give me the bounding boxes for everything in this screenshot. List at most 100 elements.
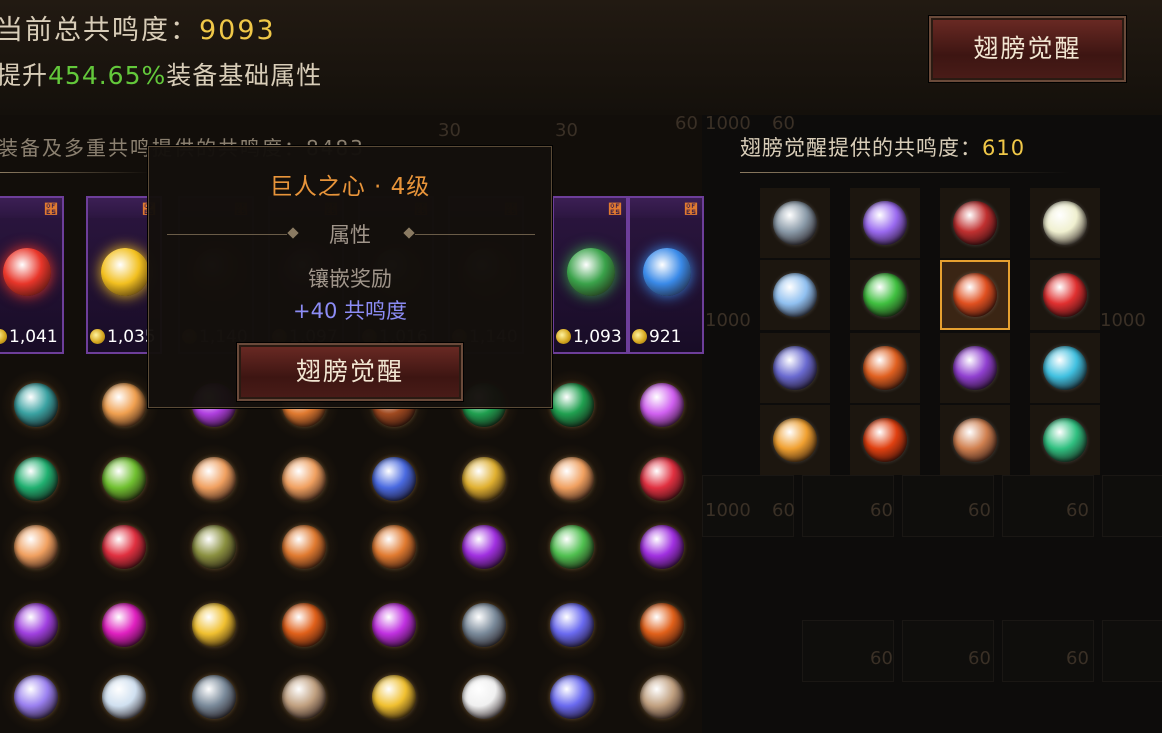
gem-orb-icon — [192, 457, 236, 501]
gem-orb-icon — [282, 457, 326, 501]
gem-orb-icon — [640, 383, 684, 427]
gem-orb-icon — [462, 457, 506, 501]
gem-slot[interactable] — [88, 444, 160, 514]
gem-slot[interactable] — [626, 370, 698, 440]
wing-gem-slot[interactable] — [940, 333, 1010, 403]
gem-orb-icon — [102, 457, 146, 501]
gem-slot[interactable] — [536, 444, 608, 514]
background-ghost-text: 60 — [1066, 500, 1089, 521]
gem-slot[interactable] — [626, 662, 698, 732]
gem-slot[interactable] — [626, 444, 698, 514]
gem-slot[interactable] — [536, 662, 608, 732]
gem-slot[interactable] — [448, 444, 520, 514]
gem-slot[interactable] — [448, 512, 520, 582]
background-slot — [1102, 475, 1162, 537]
gem-slot[interactable] — [358, 444, 430, 514]
gem-slot[interactable] — [448, 590, 520, 660]
wing-gem-slot[interactable] — [850, 260, 920, 330]
wing-gem-slot[interactable] — [1030, 260, 1100, 330]
background-ghost-text: 60 — [870, 648, 893, 669]
gem-slot[interactable] — [88, 662, 160, 732]
background-ghost-text: 1000 — [705, 113, 751, 134]
gem-slot[interactable] — [0, 444, 72, 514]
gem-orb-icon — [102, 383, 146, 427]
gem-orb-icon — [282, 603, 326, 647]
gem-slot[interactable] — [88, 590, 160, 660]
gem-orb-icon — [14, 383, 58, 427]
gem-slot[interactable] — [626, 590, 698, 660]
gem-slot[interactable] — [0, 512, 72, 582]
top-bar: 当前总共鸣度：9093 提升454.65%装备基础属性 翅膀觉醒 — [0, 0, 1162, 115]
gem-slot[interactable] — [358, 662, 430, 732]
gem-slot[interactable] — [178, 662, 250, 732]
wing-gem-slot[interactable] — [760, 260, 830, 330]
gem-orb-icon — [282, 525, 326, 569]
wing-gem-slot[interactable] — [1030, 405, 1100, 475]
background-ghost-text: 60 — [968, 500, 991, 521]
background-ghost-text: 60 — [772, 500, 795, 521]
equipment-card[interactable]: ࿥ 1,041 — [0, 196, 64, 354]
gem-slot[interactable] — [448, 662, 520, 732]
coin-icon — [90, 329, 105, 344]
wing-gem-icon — [953, 201, 997, 245]
wing-gem-slot-selected[interactable] — [940, 260, 1010, 330]
wing-resonance-text: 翅膀觉醒提供的共鸣度： — [740, 136, 982, 160]
gem-slot[interactable] — [358, 512, 430, 582]
total-resonance-value: 9093 — [199, 15, 276, 46]
background-ghost-text: 60 — [870, 500, 893, 521]
wing-gem-slot[interactable] — [850, 405, 920, 475]
equipment-gem-icon — [101, 248, 149, 296]
background-ghost-text: 1000 — [705, 310, 751, 331]
rune-mark-icon: ࿥ — [608, 202, 622, 218]
gem-slot[interactable] — [178, 512, 250, 582]
gem-orb-icon — [640, 525, 684, 569]
gem-slot[interactable] — [0, 590, 72, 660]
equipment-gem-icon — [3, 248, 51, 296]
wing-gem-slot[interactable] — [940, 405, 1010, 475]
equipment-card[interactable]: ࿥ 921 — [628, 196, 704, 354]
boost-percentage: 454.65% — [48, 61, 167, 90]
gem-orb-icon — [640, 675, 684, 719]
gem-orb-icon — [550, 383, 594, 427]
wing-gem-slot[interactable] — [940, 188, 1010, 258]
gem-slot[interactable] — [0, 370, 72, 440]
equipment-card[interactable]: ࿥ 1,093 — [552, 196, 628, 354]
gem-slot[interactable] — [88, 512, 160, 582]
wing-gem-slot[interactable] — [760, 333, 830, 403]
gem-orb-icon — [550, 675, 594, 719]
wing-gem-icon — [773, 346, 817, 390]
gem-slot[interactable] — [536, 590, 608, 660]
gem-slot[interactable] — [268, 512, 340, 582]
rune-mark-icon: ࿥ — [684, 202, 698, 218]
wing-gem-slot[interactable] — [1030, 188, 1100, 258]
section-divider — [0, 172, 150, 173]
gem-orb-icon — [550, 457, 594, 501]
card-cost-value: 921 — [649, 327, 682, 347]
wing-gem-icon — [863, 346, 907, 390]
wing-gem-icon — [1043, 201, 1087, 245]
wing-gem-slot[interactable] — [850, 188, 920, 258]
gem-orb-icon — [102, 603, 146, 647]
tooltip-awaken-button[interactable]: 翅膀觉醒 — [237, 343, 463, 401]
card-cost: 1,035 — [90, 327, 156, 347]
wing-gem-slot[interactable] — [850, 333, 920, 403]
gem-slot[interactable] — [536, 512, 608, 582]
wing-awaken-button[interactable]: 翅膀觉醒 — [929, 16, 1126, 82]
gem-slot[interactable] — [178, 590, 250, 660]
wing-gem-slot[interactable] — [760, 405, 830, 475]
gem-slot[interactable] — [178, 444, 250, 514]
background-ghost-text: 30 — [438, 120, 461, 141]
gem-slot[interactable] — [358, 590, 430, 660]
gem-slot[interactable] — [0, 662, 72, 732]
wing-gem-slot[interactable] — [1030, 333, 1100, 403]
gem-orb-icon — [14, 603, 58, 647]
background-ghost-text: 60 — [968, 648, 991, 669]
wing-gem-icon — [773, 273, 817, 317]
card-cost-value: 1,093 — [573, 327, 622, 347]
wing-gem-slot[interactable] — [760, 188, 830, 258]
gem-slot[interactable] — [268, 662, 340, 732]
gem-slot[interactable] — [626, 512, 698, 582]
wing-gem-icon — [863, 201, 907, 245]
gem-slot[interactable] — [268, 590, 340, 660]
gem-slot[interactable] — [268, 444, 340, 514]
